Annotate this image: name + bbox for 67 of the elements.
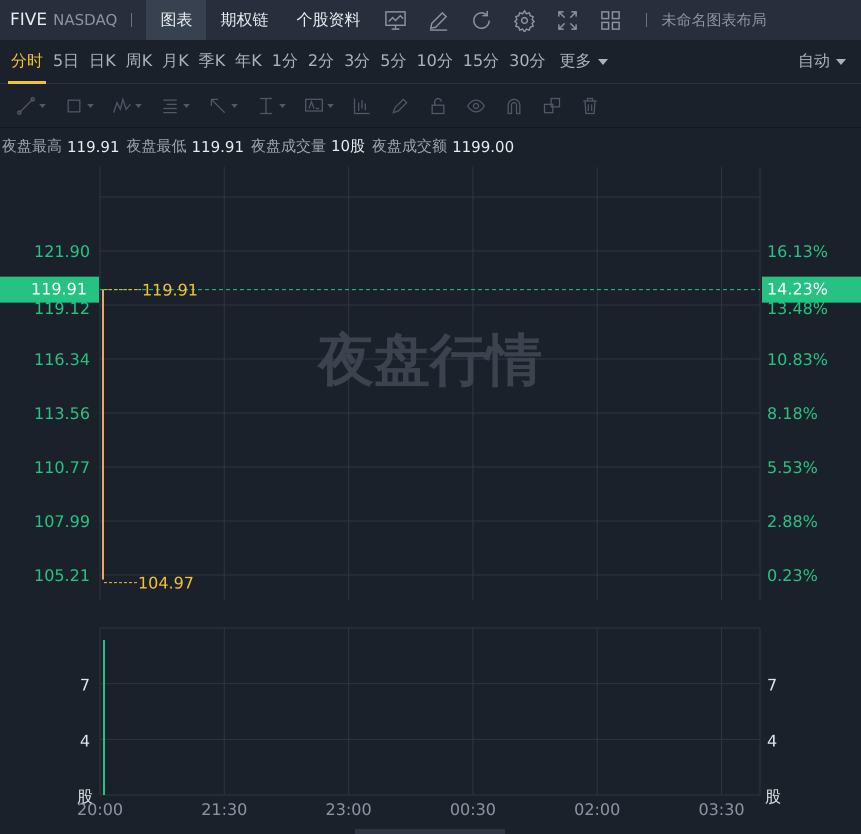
stat-value: 119.91 [192, 138, 244, 156]
period-tab[interactable]: 15分 [460, 40, 502, 84]
period-tab[interactable]: 季K [196, 40, 228, 84]
stat-label: 夜盘成交额 [372, 137, 448, 156]
price-badge: 119.91 [0, 276, 99, 303]
period-tab[interactable]: 分时 [8, 40, 46, 84]
stat-value: 119.91 [67, 138, 120, 156]
zigzag-icon [112, 96, 132, 116]
time-axis-label: 21:30 [201, 800, 248, 819]
price-axis-label: 113.56 [34, 404, 90, 423]
period-tab[interactable]: 5日 [50, 40, 82, 84]
price-axis-label: 121.90 [34, 242, 90, 261]
exchange-label: NASDAQ [53, 11, 118, 29]
percent-axis-label: 0.23% [767, 566, 818, 585]
price-axis-label: 105.21 [34, 566, 90, 585]
chart-icon[interactable] [384, 8, 408, 32]
period-tab[interactable]: 1分 [268, 40, 301, 84]
percent-axis-label: 2.88% [767, 512, 818, 531]
period-tab[interactable]: 10分 [413, 40, 456, 84]
volume-axis-label: 4 [767, 731, 778, 750]
caret-icon [836, 58, 846, 64]
arrow-icon [208, 96, 228, 116]
pencil-icon [390, 96, 410, 116]
time-axis-label: 03:30 [698, 800, 745, 819]
period-tab[interactable]: 日K [86, 40, 119, 84]
caret-icon [598, 58, 608, 64]
bar-chart-icon [352, 96, 372, 116]
time-axis-label: 02:00 [574, 800, 620, 819]
percent-axis-label: 8.18% [767, 404, 818, 423]
percent-axis-label: 16.13% [767, 242, 828, 261]
period-tab[interactable]: 5分 [377, 40, 410, 84]
mode-dropdown[interactable]: 自动 [795, 40, 849, 84]
period-tab[interactable]: 30分 [506, 40, 549, 84]
stat-label: 夜盘最低 [126, 137, 186, 156]
scrollbar-thumb[interactable] [355, 829, 505, 834]
line-icon [16, 96, 36, 116]
percent-axis-label: 10.83% [767, 350, 828, 369]
more-dropdown[interactable]: 更多 [556, 40, 611, 84]
fullscreen-icon[interactable] [556, 8, 580, 32]
period-tab[interactable]: 周K [122, 40, 156, 84]
period-tab[interactable]: 2分 [304, 40, 338, 84]
tab[interactable]: 图表 [146, 0, 206, 40]
price-axis-label: 110.77 [34, 458, 90, 477]
volume-unit-label: 股 [765, 787, 781, 806]
tab[interactable]: 个股资料 [282, 0, 374, 40]
period-tab[interactable]: 月K [159, 40, 192, 84]
period-tab[interactable]: 年K [232, 40, 265, 84]
period-tab[interactable]: 3分 [341, 40, 374, 84]
time-axis-label: 00:30 [450, 800, 496, 819]
layout-name[interactable]: 未命名图表布局 [661, 10, 766, 30]
stat-value: 10股 [331, 137, 366, 156]
stat-label: 夜盘最高 [2, 137, 62, 156]
stat-label: 夜盘成交量 [251, 137, 326, 156]
time-axis-label: 23:00 [326, 800, 372, 819]
price-axis-label: 116.34 [34, 350, 90, 369]
volume-axis-label: 7 [80, 676, 90, 695]
tab[interactable]: 期权链 [206, 0, 282, 40]
price-axis-label: 107.99 [34, 512, 90, 531]
volume-axis-label: 4 [80, 731, 90, 750]
copy-icon [542, 96, 562, 116]
settings-icon[interactable] [513, 8, 536, 32]
change-badge: 14.23% [762, 276, 861, 303]
stat-value: 1199.00 [452, 138, 514, 156]
volume-axis-label: 7 [767, 676, 778, 695]
percent-axis-label: 5.53% [767, 458, 818, 477]
stock-symbol: FIVE [10, 10, 48, 30]
grid-layout-icon[interactable] [599, 8, 622, 32]
